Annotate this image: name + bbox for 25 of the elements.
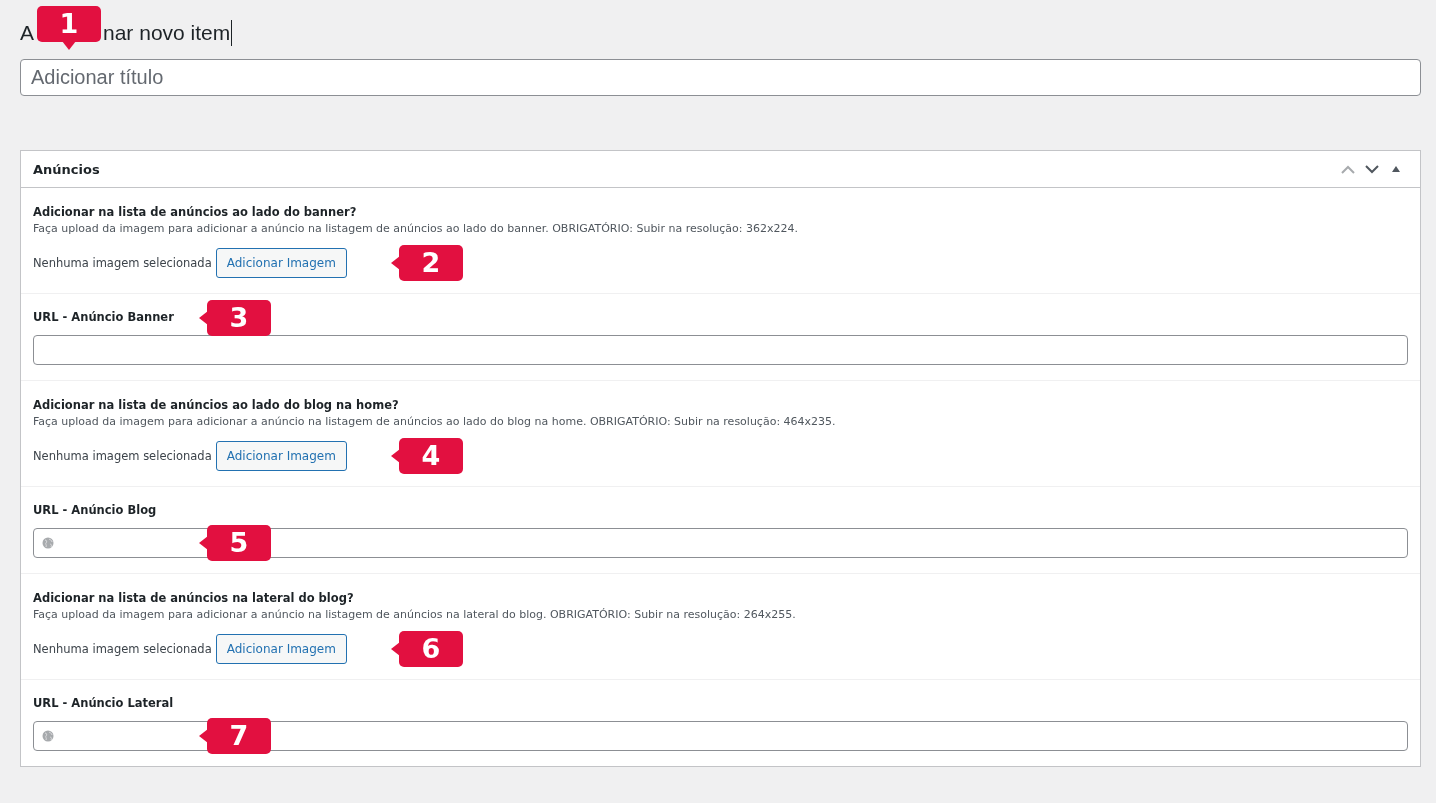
add-image-button[interactable]: Adicionar Imagem	[215, 248, 347, 278]
page-heading: A	[20, 21, 34, 45]
field-description: Faça upload da imagem para adicionar a anúncio na listagem de anúncios ao lado do blog na home. OBRIGATÓRIO: Subir na resolução: 464x235.	[33, 415, 837, 428]
field-label: URL - Anúncio Banner	[33, 310, 174, 324]
image-status: Nenhuma imagem selecionada	[33, 449, 212, 463]
image-status: Nenhuma imagem selecionada	[33, 642, 212, 656]
add-image-button[interactable]: Adicionar Imagem	[215, 441, 347, 471]
url-field[interactable]	[33, 721, 1408, 751]
url-field[interactable]	[33, 335, 1408, 365]
field-label: URL - Anúncio Blog	[33, 503, 157, 517]
image-status: Nenhuma imagem selecionada	[33, 256, 212, 270]
page-heading: nar novo item	[103, 21, 231, 45]
field-description: Faça upload da imagem para adicionar a anúncio na listagem de anúncios ao lado do banner. OBRIGATÓRIO: Subir na resolução: 362x224.	[33, 222, 799, 235]
field-label: Adicionar na lista de anúncios ao lado do banner?	[33, 205, 357, 219]
field-label: URL - Anúncio Lateral	[33, 696, 174, 710]
url-field[interactable]	[33, 528, 1408, 558]
add-image-button[interactable]: Adicionar Imagem	[215, 634, 347, 664]
panel-title: Anúncios	[33, 161, 101, 177]
globe-icon	[42, 537, 54, 549]
text-cursor	[231, 20, 233, 46]
field-description: Faça upload da imagem para adicionar a anúncio na listagem de anúncios na lateral do blog. OBRIGATÓRIO: Subir na resolução: 264x255.	[33, 608, 797, 621]
title-field[interactable]: Adicionar título	[20, 59, 1421, 96]
field-label: Adicionar na lista de anúncios ao lado do blog na home?	[33, 398, 399, 412]
globe-icon	[42, 730, 54, 742]
field-label: Adicionar na lista de anúncios na lateral do blog?	[33, 591, 354, 605]
